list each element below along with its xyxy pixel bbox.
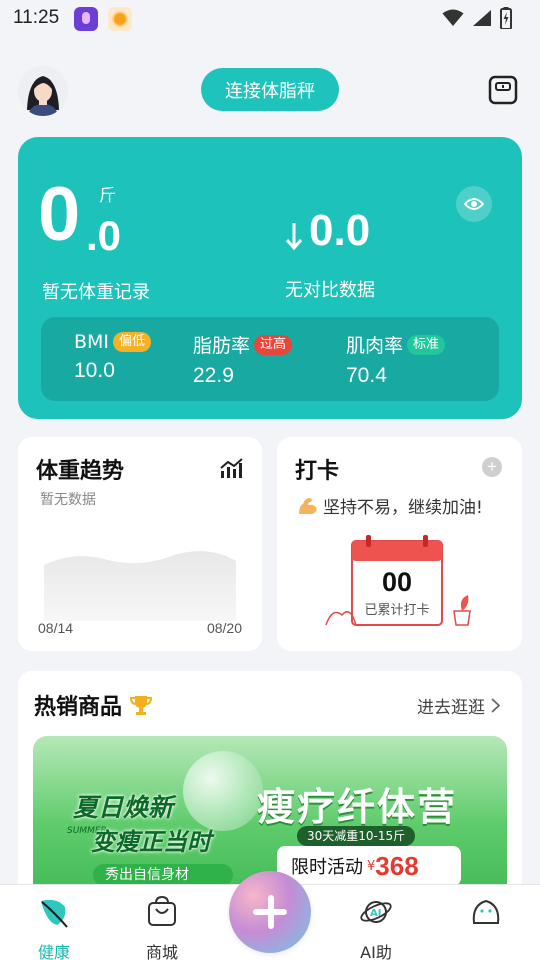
muscle-arm-icon <box>299 497 317 514</box>
add-icon[interactable]: + <box>482 457 502 477</box>
weight-summary-card: 0 .0 斤 暂无体重记录 0.0 无对比数据 BMI 偏低 10.0 脂肪率 … <box>18 137 522 419</box>
metric-value: 22.9 <box>193 364 234 387</box>
price-tag: 限时活动 ¥ 368 <box>277 846 461 886</box>
signal-icon <box>473 10 491 26</box>
add-record-button[interactable] <box>229 871 311 953</box>
chart-icon <box>220 458 243 478</box>
card-title: 打卡 <box>295 459 340 484</box>
trend-empty-text: 暂无数据 <box>40 492 96 508</box>
go-shopping-link[interactable]: 进去逛逛 <box>417 693 500 718</box>
section-title: 热销商品 <box>34 689 153 721</box>
weather-app-icon <box>108 7 132 31</box>
svg-text:AI: AI <box>370 908 381 919</box>
metric-label: 脂肪率 <box>193 335 251 357</box>
nav-item-profile[interactable] <box>446 895 526 939</box>
metric-value: 70.4 <box>346 364 387 387</box>
metric-label: 肌肉率 <box>346 335 404 357</box>
metric-body-fat[interactable]: 脂肪率 过高 22.9 <box>193 331 293 388</box>
more-link-text: 进去逛逛 <box>417 698 485 718</box>
weight-unit: 斤 <box>99 186 116 206</box>
status-time: 11:25 <box>13 7 60 28</box>
eye-icon <box>464 198 484 210</box>
podcast-app-icon <box>74 7 98 31</box>
hot-title-text: 热销商品 <box>34 695 123 720</box>
scale-icon[interactable] <box>488 75 518 105</box>
metric-bmi[interactable]: BMI 偏低 10.0 <box>74 331 152 383</box>
nav-label: 健康 <box>37 943 70 960</box>
weight-decimal: .0 <box>86 212 122 259</box>
weight-diff-note: 无对比数据 <box>285 280 375 301</box>
status-badge: 标准 <box>407 334 446 355</box>
card-title: 体重趋势 <box>36 459 125 484</box>
body-metrics-panel: BMI 偏低 10.0 脂肪率 过高 22.9 肌肉率 标准 70.4 <box>41 317 499 401</box>
nav-item-mall[interactable]: 商城 <box>122 895 202 960</box>
avatar[interactable] <box>18 66 68 116</box>
trend-date-end: 08/20 <box>206 620 242 636</box>
decorative-orb <box>183 751 263 831</box>
status-badge: 过高 <box>254 334 293 355</box>
price-value: 368 <box>375 850 419 881</box>
metric-value: 10.0 <box>74 359 115 382</box>
leaf-icon <box>41 899 68 928</box>
chevron-right-icon <box>491 698 500 713</box>
arrow-down-icon <box>285 223 303 251</box>
cheer-text: 坚持不易，继续加油! <box>323 498 483 518</box>
weight-trend-card[interactable]: 体重趋势 暂无数据 08/14 08/20 <box>18 437 262 651</box>
checkin-count-label: 已累计打卡 <box>364 603 430 618</box>
checkin-card[interactable]: 打卡 + 坚持不易，继续加油! 00 已累计打卡 <box>277 437 522 651</box>
profile-icon <box>472 899 500 924</box>
status-bar: 11:25 <box>0 0 540 38</box>
battery-icon <box>500 7 512 29</box>
metric-muscle-rate[interactable]: 肌肉率 标准 70.4 <box>346 331 446 388</box>
currency-symbol: ¥ <box>367 858 376 874</box>
weight-note: 暂无体重记录 <box>42 282 150 303</box>
status-badge: 偏低 <box>113 332 152 352</box>
shopping-bag-icon <box>148 895 176 926</box>
nav-label: AI助 <box>360 943 392 960</box>
weight-integer: 0 <box>38 172 81 257</box>
banner-pill: 30天减重10-15斤 <box>297 826 416 846</box>
user-avatar-icon <box>18 66 68 116</box>
nav-item-ai[interactable]: AI AI助 <box>336 895 416 960</box>
checkin-count: 00 <box>381 567 413 597</box>
metric-label: BMI <box>74 331 110 353</box>
trend-date-start: 08/14 <box>38 620 74 636</box>
wifi-icon <box>442 9 464 26</box>
banner-title: 瘦疗纤体营 <box>257 785 458 829</box>
banner-strip: 秀出自信身材 <box>93 864 233 886</box>
weight-diff-value: 0.0 <box>309 206 371 255</box>
nav-item-health[interactable]: 健康 <box>14 895 94 960</box>
banner-left-title: 夏日焕新 <box>73 793 174 822</box>
connect-scale-button[interactable]: 连接体脂秤 <box>201 68 339 111</box>
nav-label: 商城 <box>145 943 178 960</box>
cheer-message: 坚持不易，继续加油! <box>297 493 483 518</box>
banner-left-subtitle: 变瘦正当时 <box>91 828 211 856</box>
trophy-icon <box>130 696 153 715</box>
ai-planet-icon: AI <box>360 901 392 923</box>
limited-label: 限时活动 <box>291 857 363 878</box>
toggle-visibility-button[interactable] <box>456 186 492 222</box>
trend-placeholder-chart <box>44 551 236 621</box>
